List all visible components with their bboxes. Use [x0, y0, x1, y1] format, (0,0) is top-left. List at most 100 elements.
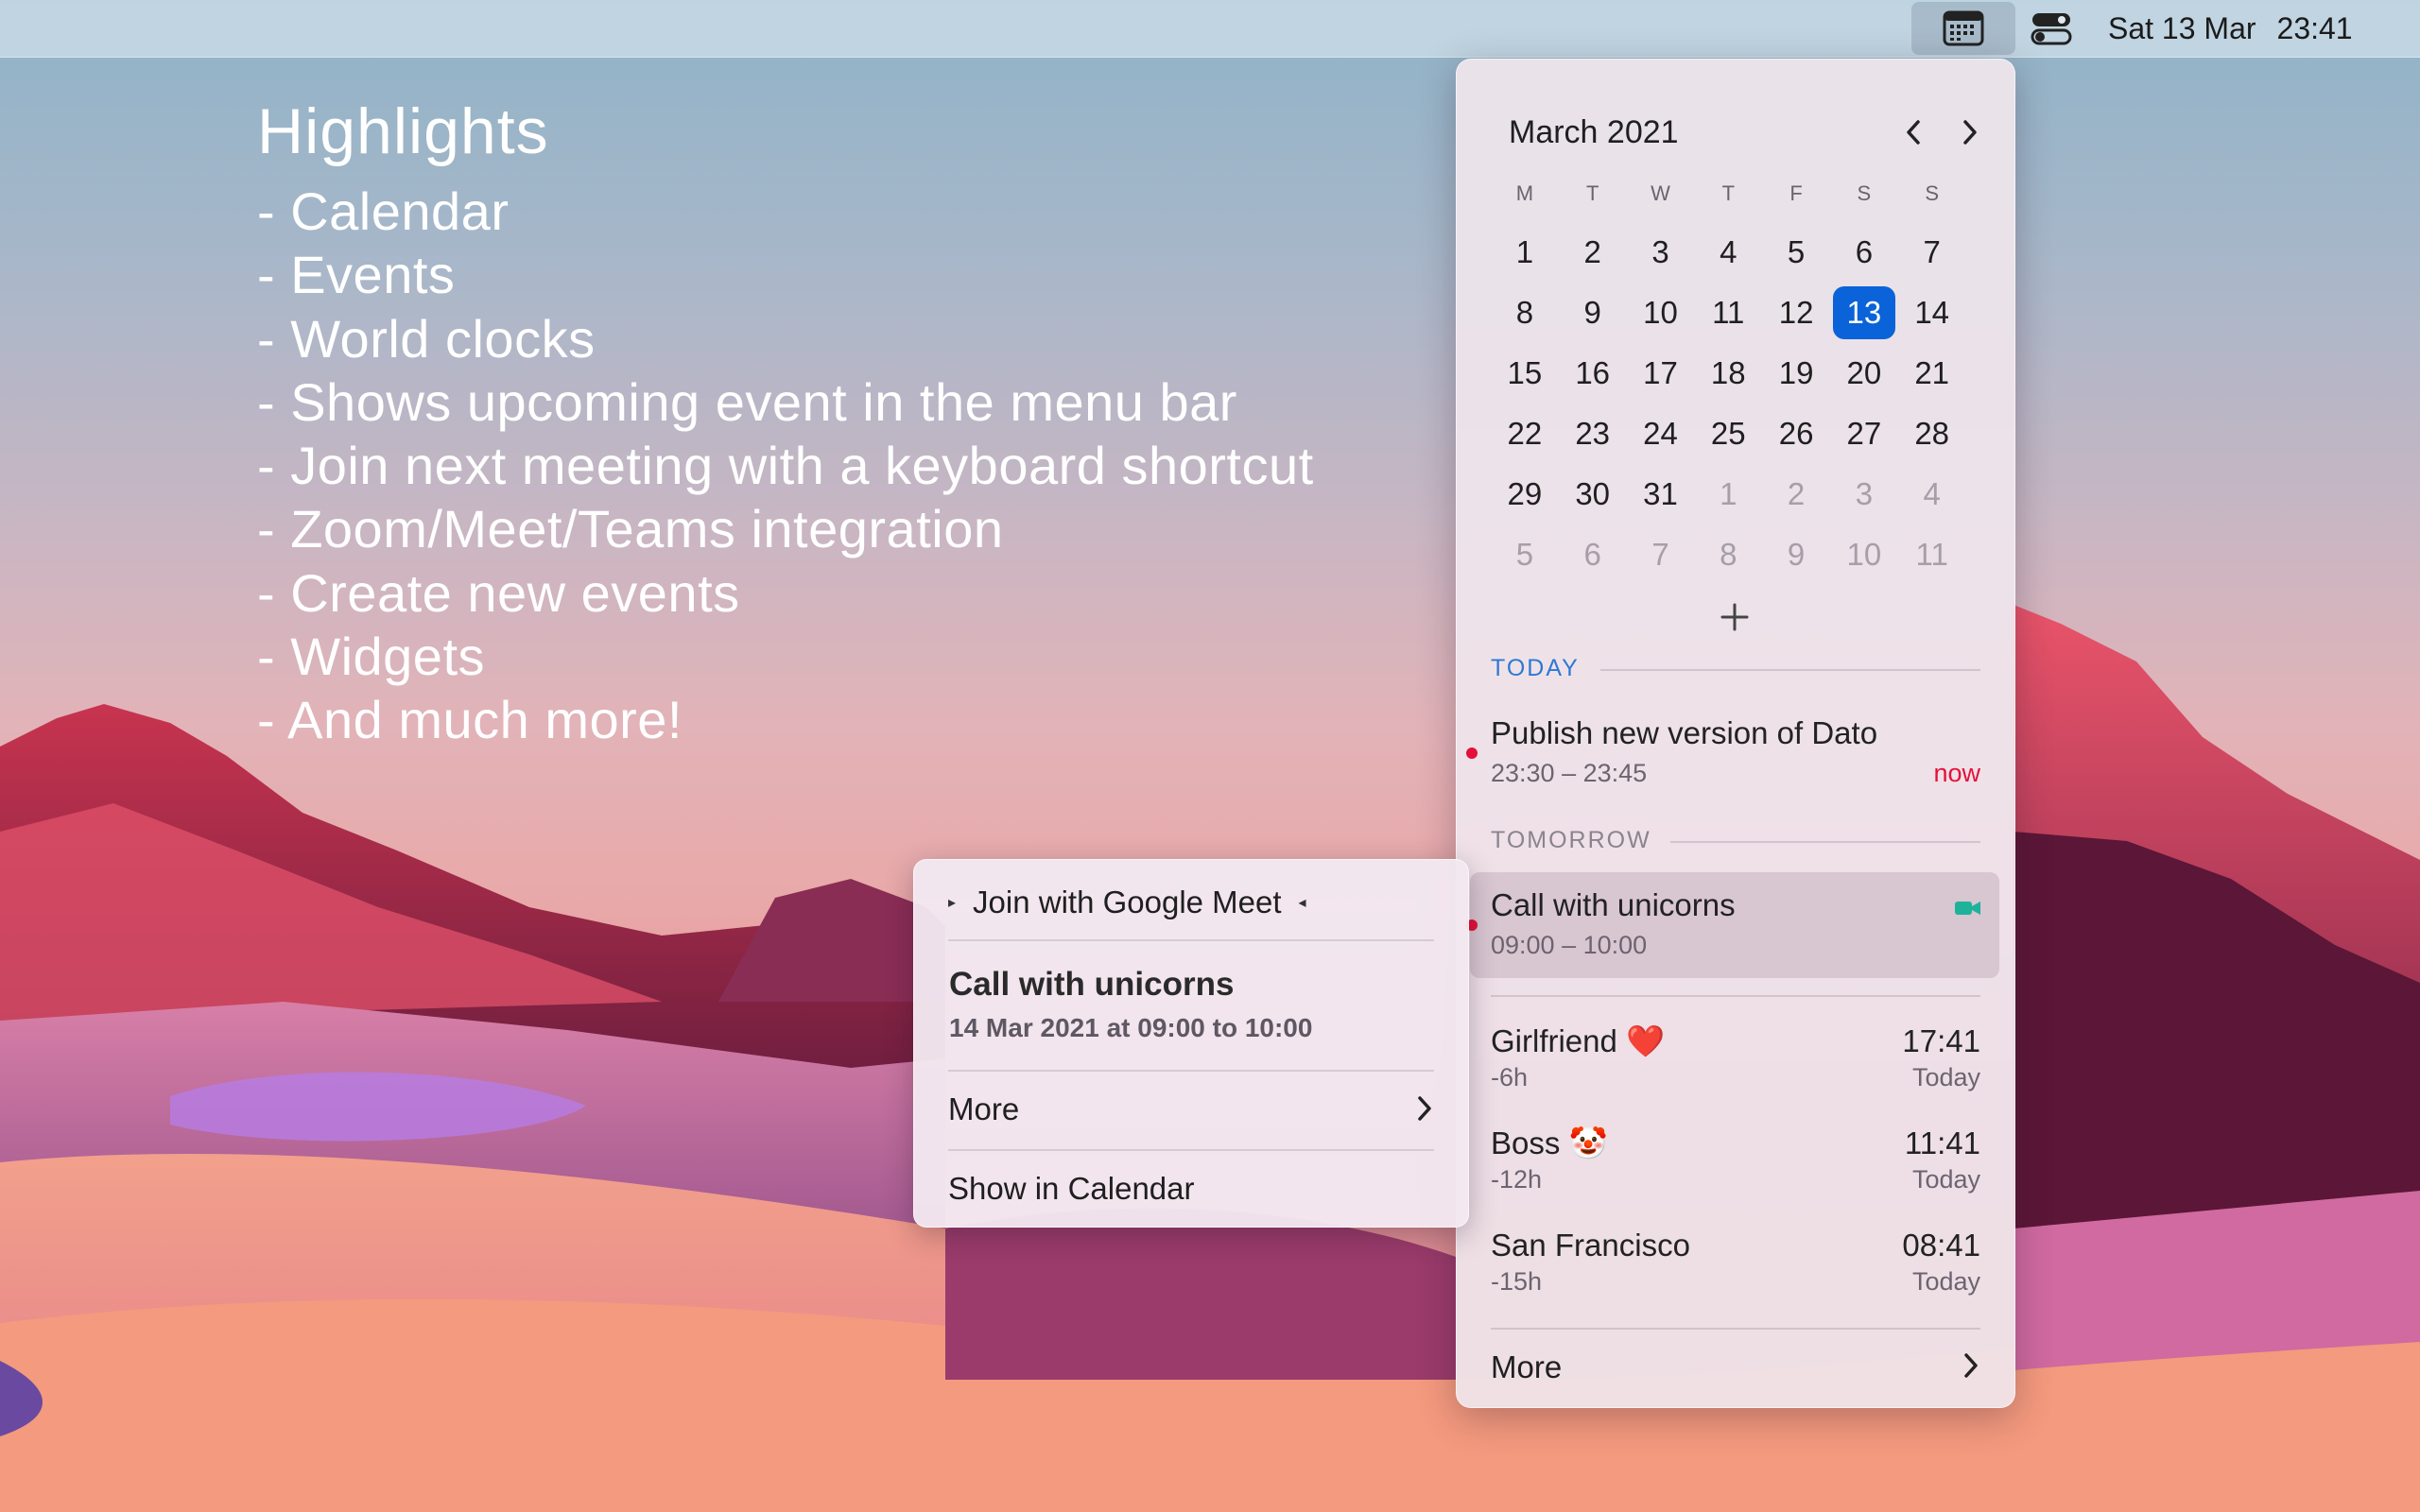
- world-clock-name: Girlfriend ❤️: [1491, 1023, 1666, 1058]
- highlights-list: - Calendar - Events - World clocks - Sho…: [257, 180, 1314, 752]
- calendar-day[interactable]: 8: [1491, 283, 1559, 343]
- highlight-item: - World clocks: [257, 308, 596, 369]
- calendar-day[interactable]: 7: [1627, 524, 1695, 585]
- tomorrow-event-time: 09:00 – 10:00: [1491, 931, 1648, 959]
- world-clock-offset: -12h: [1491, 1165, 1543, 1194]
- calendar-day[interactable]: 30: [1559, 464, 1627, 524]
- calendar-day-number: 24: [1643, 416, 1678, 451]
- calendar-day[interactable]: 25: [1694, 404, 1762, 464]
- menubar-calendar-button[interactable]: [1911, 2, 2015, 55]
- control-center-icon[interactable]: [2031, 11, 2072, 45]
- calendar-icon: [1943, 10, 1984, 46]
- calendar-day-number: 27: [1846, 416, 1882, 451]
- world-clock-day: Today: [1911, 1267, 1980, 1296]
- calendar-day[interactable]: 14: [1898, 283, 1966, 343]
- calendar-day[interactable]: 23: [1559, 404, 1627, 464]
- calendar-day[interactable]: 5: [1491, 524, 1559, 585]
- calendar-day[interactable]: 16: [1559, 343, 1627, 404]
- calendar-day[interactable]: 15: [1491, 343, 1559, 404]
- calendar-day-number: 13: [1832, 286, 1895, 339]
- tomorrow-event-title[interactable]: Call with unicorns: [1491, 887, 1736, 923]
- calendar-day-number: 8: [1720, 537, 1737, 572]
- calendar-day[interactable]: 3: [1627, 222, 1695, 283]
- calendar-day[interactable]: 28: [1898, 404, 1966, 464]
- show-in-calendar-item[interactable]: Show in Calendar: [948, 1164, 1434, 1213]
- highlight-item: - Create new events: [257, 562, 740, 623]
- calendar-day[interactable]: 22: [1491, 404, 1559, 464]
- calendar-day-number: 20: [1846, 355, 1882, 390]
- calendar-day[interactable]: 9: [1762, 524, 1830, 585]
- calendar-day[interactable]: 26: [1762, 404, 1830, 464]
- calendar-day[interactable]: 4: [1898, 464, 1966, 524]
- divider: [1670, 841, 1980, 843]
- triangle-right-icon: ▸: [948, 895, 957, 911]
- calendar-day[interactable]: 7: [1898, 222, 1966, 283]
- previous-month-button[interactable]: [1893, 112, 1934, 153]
- calendar-day[interactable]: 4: [1694, 222, 1762, 283]
- calendar-day[interactable]: 11: [1898, 524, 1966, 585]
- calendar-day[interactable]: 9: [1559, 283, 1627, 343]
- triangle-left-icon: ◂: [1298, 895, 1306, 911]
- calendar-day[interactable]: 8: [1694, 524, 1762, 585]
- calendar-day-number: 10: [1846, 537, 1882, 572]
- today-event-title[interactable]: Publish new version of Dato: [1491, 715, 1877, 751]
- world-clock-time: 17:41: [1902, 1023, 1980, 1058]
- calendar-day[interactable]: 20: [1830, 343, 1898, 404]
- weekday-label: M: [1515, 181, 1534, 205]
- event-now-badge: now: [1933, 759, 1980, 787]
- video-camera-icon[interactable]: [1954, 897, 1982, 919]
- world-clock-name: Boss 🤡: [1491, 1125, 1608, 1160]
- world-clock-name: San Francisco: [1491, 1228, 1690, 1263]
- calendar-day[interactable]: 27: [1830, 404, 1898, 464]
- calendar-day[interactable]: 1: [1491, 222, 1559, 283]
- world-clock-day: Today: [1911, 1063, 1980, 1091]
- context-event-title: Call with unicorns: [949, 966, 1235, 1003]
- calendar-day[interactable]: 6: [1830, 222, 1898, 283]
- today-event-time: 23:30 – 23:45: [1491, 759, 1648, 787]
- calendar-day[interactable]: 12: [1762, 283, 1830, 343]
- calendar-day[interactable]: 17: [1627, 343, 1695, 404]
- event-context-menu: ▸ Join with Google Meet ◂ Call with unic…: [913, 859, 1469, 1228]
- calendar-day[interactable]: 2: [1559, 222, 1627, 283]
- calendar-day[interactable]: 1: [1694, 464, 1762, 524]
- context-more-item[interactable]: More: [948, 1085, 1434, 1134]
- calendar-day[interactable]: 24: [1627, 404, 1695, 464]
- add-event-button[interactable]: [1711, 593, 1758, 641]
- calendar-day[interactable]: 5: [1762, 222, 1830, 283]
- calendar-day-number: 9: [1787, 537, 1806, 572]
- calendar-day-number: 29: [1507, 476, 1543, 511]
- calendar-day[interactable]: 31: [1627, 464, 1695, 524]
- calendar-header: March 2021: [1509, 109, 1981, 156]
- calendar-day[interactable]: 10: [1830, 524, 1898, 585]
- calendar-day[interactable]: 18: [1694, 343, 1762, 404]
- calendar-day-number: 4: [1720, 234, 1737, 269]
- calendar-day-number: 5: [1515, 537, 1534, 572]
- today-section-label: TODAY: [1491, 655, 1580, 681]
- world-clock-time: 11:41: [1904, 1125, 1980, 1160]
- calendar-day-number: 14: [1914, 295, 1950, 330]
- calendar-day-number: 3: [1855, 476, 1874, 511]
- calendar-day-number: 21: [1914, 355, 1950, 390]
- calendar-day[interactable]: 2: [1762, 464, 1830, 524]
- chevron-right-icon: [1963, 120, 1977, 145]
- highlight-item: - And much more!: [257, 690, 683, 750]
- popover-more-button[interactable]: More: [1491, 1344, 1980, 1391]
- next-month-button[interactable]: [1949, 112, 1991, 153]
- calendar-day[interactable]: 29: [1491, 464, 1559, 524]
- month-title: March 2021: [1509, 114, 1679, 150]
- menubar-clock[interactable]: Sat 13 Mar 23:41: [2108, 0, 2353, 57]
- calendar-day-number: 23: [1575, 416, 1611, 451]
- calendar-day-number: 31: [1643, 476, 1678, 511]
- calendar-day[interactable]: 6: [1559, 524, 1627, 585]
- calendar-day[interactable]: 19: [1762, 343, 1830, 404]
- weekday-label: F: [1789, 181, 1803, 205]
- calendar-day[interactable]: 11: [1694, 283, 1762, 343]
- calendar-day[interactable]: 3: [1830, 464, 1898, 524]
- calendar-day[interactable]: 10: [1627, 283, 1695, 343]
- calendar-day[interactable]: 21: [1898, 343, 1966, 404]
- calendar-day-number: 1: [1720, 476, 1737, 511]
- show-in-calendar-label: Show in Calendar: [948, 1171, 1195, 1206]
- divider: [1600, 669, 1980, 671]
- join-google-meet-item[interactable]: ▸ Join with Google Meet ◂: [948, 879, 1306, 926]
- calendar-day-selected[interactable]: 13: [1830, 283, 1898, 343]
